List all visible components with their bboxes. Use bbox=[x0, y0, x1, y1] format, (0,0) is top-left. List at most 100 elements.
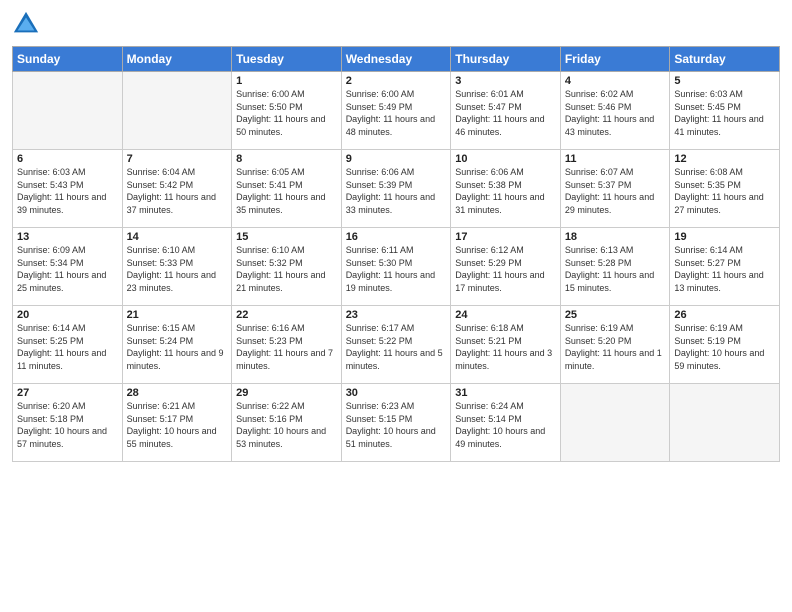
day-info: Sunrise: 6:14 AMSunset: 5:25 PMDaylight:… bbox=[17, 322, 118, 372]
weekday-header-monday: Monday bbox=[122, 47, 232, 72]
calendar-cell: 14Sunrise: 6:10 AMSunset: 5:33 PMDayligh… bbox=[122, 228, 232, 306]
day-info: Sunrise: 6:22 AMSunset: 5:16 PMDaylight:… bbox=[236, 400, 337, 450]
day-info: Sunrise: 6:21 AMSunset: 5:17 PMDaylight:… bbox=[127, 400, 228, 450]
day-number: 3 bbox=[455, 75, 556, 87]
day-number: 23 bbox=[346, 309, 447, 321]
calendar-cell: 12Sunrise: 6:08 AMSunset: 5:35 PMDayligh… bbox=[670, 150, 780, 228]
day-number: 2 bbox=[346, 75, 447, 87]
day-info: Sunrise: 6:12 AMSunset: 5:29 PMDaylight:… bbox=[455, 244, 556, 294]
day-number: 24 bbox=[455, 309, 556, 321]
day-info: Sunrise: 6:19 AMSunset: 5:19 PMDaylight:… bbox=[674, 322, 775, 372]
calendar-cell: 22Sunrise: 6:16 AMSunset: 5:23 PMDayligh… bbox=[232, 306, 342, 384]
day-number: 27 bbox=[17, 387, 118, 399]
calendar-cell: 9Sunrise: 6:06 AMSunset: 5:39 PMDaylight… bbox=[341, 150, 451, 228]
day-number: 14 bbox=[127, 231, 228, 243]
day-info: Sunrise: 6:02 AMSunset: 5:46 PMDaylight:… bbox=[565, 88, 666, 138]
day-number: 29 bbox=[236, 387, 337, 399]
day-number: 1 bbox=[236, 75, 337, 87]
page: SundayMondayTuesdayWednesdayThursdayFrid… bbox=[0, 0, 792, 612]
day-info: Sunrise: 6:04 AMSunset: 5:42 PMDaylight:… bbox=[127, 166, 228, 216]
calendar-cell: 10Sunrise: 6:06 AMSunset: 5:38 PMDayligh… bbox=[451, 150, 561, 228]
day-number: 17 bbox=[455, 231, 556, 243]
weekday-header-row: SundayMondayTuesdayWednesdayThursdayFrid… bbox=[13, 47, 780, 72]
calendar-cell: 29Sunrise: 6:22 AMSunset: 5:16 PMDayligh… bbox=[232, 384, 342, 462]
calendar-cell: 6Sunrise: 6:03 AMSunset: 5:43 PMDaylight… bbox=[13, 150, 123, 228]
calendar-cell: 15Sunrise: 6:10 AMSunset: 5:32 PMDayligh… bbox=[232, 228, 342, 306]
day-number: 4 bbox=[565, 75, 666, 87]
calendar-week-row: 1Sunrise: 6:00 AMSunset: 5:50 PMDaylight… bbox=[13, 72, 780, 150]
day-info: Sunrise: 6:23 AMSunset: 5:15 PMDaylight:… bbox=[346, 400, 447, 450]
calendar-cell: 4Sunrise: 6:02 AMSunset: 5:46 PMDaylight… bbox=[560, 72, 670, 150]
day-number: 30 bbox=[346, 387, 447, 399]
day-info: Sunrise: 6:06 AMSunset: 5:39 PMDaylight:… bbox=[346, 166, 447, 216]
day-number: 26 bbox=[674, 309, 775, 321]
weekday-header-sunday: Sunday bbox=[13, 47, 123, 72]
calendar-cell: 30Sunrise: 6:23 AMSunset: 5:15 PMDayligh… bbox=[341, 384, 451, 462]
calendar-week-row: 27Sunrise: 6:20 AMSunset: 5:18 PMDayligh… bbox=[13, 384, 780, 462]
day-number: 11 bbox=[565, 153, 666, 165]
calendar-cell: 13Sunrise: 6:09 AMSunset: 5:34 PMDayligh… bbox=[13, 228, 123, 306]
day-number: 9 bbox=[346, 153, 447, 165]
day-number: 21 bbox=[127, 309, 228, 321]
day-info: Sunrise: 6:11 AMSunset: 5:30 PMDaylight:… bbox=[346, 244, 447, 294]
day-number: 18 bbox=[565, 231, 666, 243]
calendar-cell: 24Sunrise: 6:18 AMSunset: 5:21 PMDayligh… bbox=[451, 306, 561, 384]
calendar-cell: 1Sunrise: 6:00 AMSunset: 5:50 PMDaylight… bbox=[232, 72, 342, 150]
calendar-cell: 18Sunrise: 6:13 AMSunset: 5:28 PMDayligh… bbox=[560, 228, 670, 306]
calendar-cell: 26Sunrise: 6:19 AMSunset: 5:19 PMDayligh… bbox=[670, 306, 780, 384]
day-number: 16 bbox=[346, 231, 447, 243]
calendar-table: SundayMondayTuesdayWednesdayThursdayFrid… bbox=[12, 46, 780, 462]
day-info: Sunrise: 6:07 AMSunset: 5:37 PMDaylight:… bbox=[565, 166, 666, 216]
day-number: 12 bbox=[674, 153, 775, 165]
calendar-week-row: 6Sunrise: 6:03 AMSunset: 5:43 PMDaylight… bbox=[13, 150, 780, 228]
logo-icon bbox=[12, 10, 40, 38]
calendar-cell bbox=[122, 72, 232, 150]
calendar-cell: 27Sunrise: 6:20 AMSunset: 5:18 PMDayligh… bbox=[13, 384, 123, 462]
day-number: 25 bbox=[565, 309, 666, 321]
calendar-cell: 31Sunrise: 6:24 AMSunset: 5:14 PMDayligh… bbox=[451, 384, 561, 462]
day-info: Sunrise: 6:17 AMSunset: 5:22 PMDaylight:… bbox=[346, 322, 447, 372]
day-info: Sunrise: 6:13 AMSunset: 5:28 PMDaylight:… bbox=[565, 244, 666, 294]
calendar-cell: 23Sunrise: 6:17 AMSunset: 5:22 PMDayligh… bbox=[341, 306, 451, 384]
calendar-cell: 17Sunrise: 6:12 AMSunset: 5:29 PMDayligh… bbox=[451, 228, 561, 306]
day-info: Sunrise: 6:00 AMSunset: 5:49 PMDaylight:… bbox=[346, 88, 447, 138]
day-number: 28 bbox=[127, 387, 228, 399]
calendar-week-row: 20Sunrise: 6:14 AMSunset: 5:25 PMDayligh… bbox=[13, 306, 780, 384]
day-info: Sunrise: 6:09 AMSunset: 5:34 PMDaylight:… bbox=[17, 244, 118, 294]
calendar-week-row: 13Sunrise: 6:09 AMSunset: 5:34 PMDayligh… bbox=[13, 228, 780, 306]
day-number: 7 bbox=[127, 153, 228, 165]
calendar-cell bbox=[670, 384, 780, 462]
weekday-header-saturday: Saturday bbox=[670, 47, 780, 72]
day-info: Sunrise: 6:01 AMSunset: 5:47 PMDaylight:… bbox=[455, 88, 556, 138]
day-info: Sunrise: 6:00 AMSunset: 5:50 PMDaylight:… bbox=[236, 88, 337, 138]
calendar-cell bbox=[13, 72, 123, 150]
day-info: Sunrise: 6:18 AMSunset: 5:21 PMDaylight:… bbox=[455, 322, 556, 372]
day-number: 19 bbox=[674, 231, 775, 243]
day-info: Sunrise: 6:03 AMSunset: 5:45 PMDaylight:… bbox=[674, 88, 775, 138]
weekday-header-friday: Friday bbox=[560, 47, 670, 72]
day-number: 13 bbox=[17, 231, 118, 243]
day-number: 15 bbox=[236, 231, 337, 243]
day-info: Sunrise: 6:10 AMSunset: 5:32 PMDaylight:… bbox=[236, 244, 337, 294]
header bbox=[12, 10, 780, 38]
calendar-cell: 5Sunrise: 6:03 AMSunset: 5:45 PMDaylight… bbox=[670, 72, 780, 150]
calendar-cell: 20Sunrise: 6:14 AMSunset: 5:25 PMDayligh… bbox=[13, 306, 123, 384]
calendar-cell: 21Sunrise: 6:15 AMSunset: 5:24 PMDayligh… bbox=[122, 306, 232, 384]
day-info: Sunrise: 6:08 AMSunset: 5:35 PMDaylight:… bbox=[674, 166, 775, 216]
day-info: Sunrise: 6:05 AMSunset: 5:41 PMDaylight:… bbox=[236, 166, 337, 216]
weekday-header-wednesday: Wednesday bbox=[341, 47, 451, 72]
calendar-cell: 2Sunrise: 6:00 AMSunset: 5:49 PMDaylight… bbox=[341, 72, 451, 150]
calendar-cell: 7Sunrise: 6:04 AMSunset: 5:42 PMDaylight… bbox=[122, 150, 232, 228]
day-info: Sunrise: 6:20 AMSunset: 5:18 PMDaylight:… bbox=[17, 400, 118, 450]
day-number: 22 bbox=[236, 309, 337, 321]
day-number: 10 bbox=[455, 153, 556, 165]
day-number: 20 bbox=[17, 309, 118, 321]
day-info: Sunrise: 6:06 AMSunset: 5:38 PMDaylight:… bbox=[455, 166, 556, 216]
calendar-cell: 25Sunrise: 6:19 AMSunset: 5:20 PMDayligh… bbox=[560, 306, 670, 384]
weekday-header-tuesday: Tuesday bbox=[232, 47, 342, 72]
calendar-cell: 8Sunrise: 6:05 AMSunset: 5:41 PMDaylight… bbox=[232, 150, 342, 228]
logo bbox=[12, 10, 44, 38]
day-info: Sunrise: 6:14 AMSunset: 5:27 PMDaylight:… bbox=[674, 244, 775, 294]
calendar-cell: 28Sunrise: 6:21 AMSunset: 5:17 PMDayligh… bbox=[122, 384, 232, 462]
calendar-cell: 19Sunrise: 6:14 AMSunset: 5:27 PMDayligh… bbox=[670, 228, 780, 306]
